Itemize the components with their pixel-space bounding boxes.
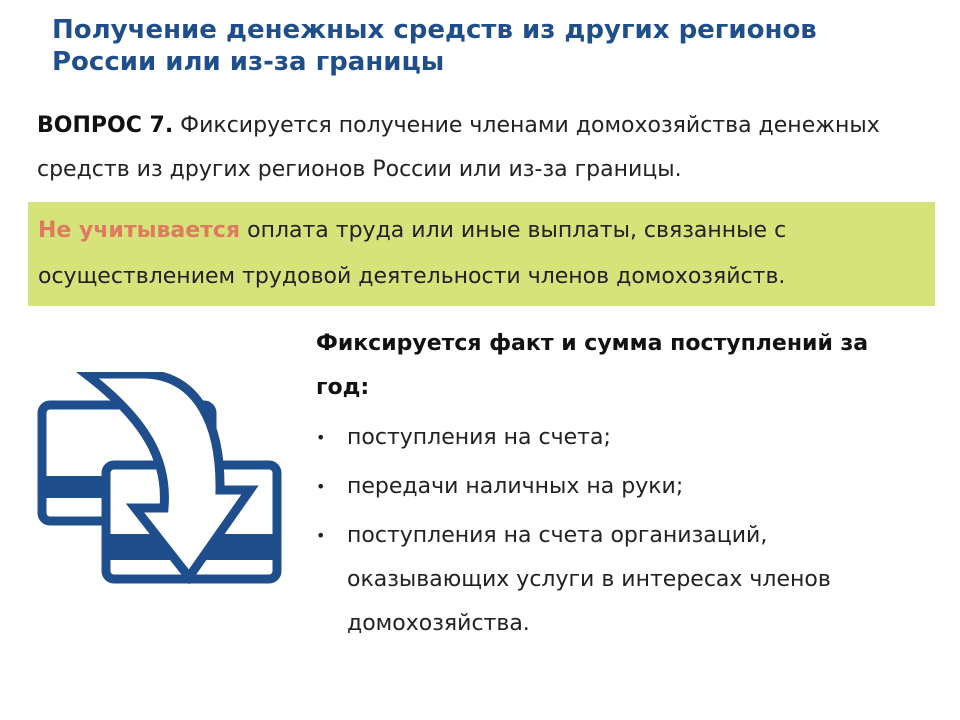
exclusion-note-box: Не учитывается оплата труда или иные вып…: [28, 202, 935, 306]
question-label: ВОПРОС 7.: [37, 113, 174, 138]
bullet-icon: •: [316, 428, 326, 447]
bullet-icon: •: [316, 526, 326, 545]
list-item-text: поступления на счета организаций, оказыв…: [347, 523, 831, 636]
slide-title-line-1: Получение денежных средств из других рег…: [52, 15, 817, 45]
question-paragraph: ВОПРОС 7. Фиксируется получение членами …: [37, 104, 917, 192]
slide-title: Получение денежных средств из других рег…: [52, 14, 932, 78]
list-item: • поступления на счета;: [316, 416, 926, 460]
facts-list: • поступления на счета; • передачи наличны…: [316, 416, 926, 651]
list-item: • передачи наличных на руки;: [316, 465, 926, 509]
list-item: • поступления на счета организаций, оказы…: [316, 514, 926, 646]
exclusion-note: Не учитывается оплата труда или иные вып…: [38, 208, 918, 300]
facts-heading: Фиксируется факт и сумма поступлений за …: [316, 331, 869, 400]
exclusion-note-accent: Не учитывается: [38, 218, 241, 243]
transfer-cards-icon: [37, 372, 282, 585]
bullet-icon: •: [316, 477, 326, 496]
list-item-text: передачи наличных на руки;: [347, 474, 684, 499]
slide-title-line-2: России или из-за границы: [52, 47, 445, 77]
list-item-text: поступления на счета;: [347, 425, 611, 450]
